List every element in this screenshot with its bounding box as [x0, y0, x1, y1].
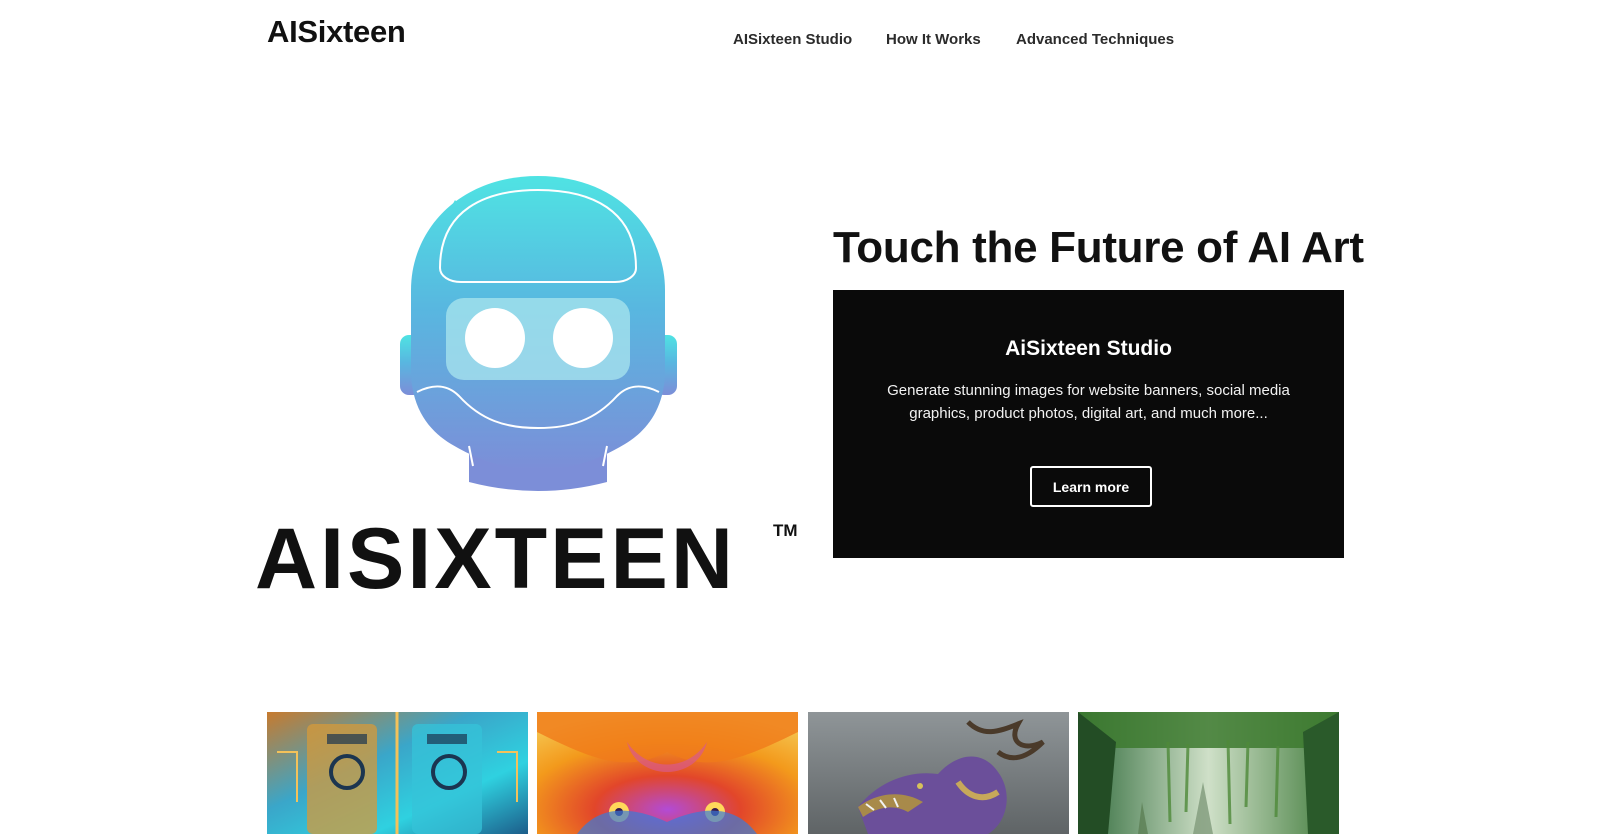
robot-head-icon: AISIXTEEN TM [255, 176, 798, 600]
gallery-item[interactable] [537, 712, 798, 834]
nav-link-how-it-works[interactable]: How It Works [886, 31, 981, 48]
promo-card-title: AiSixteen Studio [1005, 337, 1172, 360]
jungle-ruins-image [1078, 712, 1339, 834]
hero-heading: Touch the Future of AI Art [833, 223, 1364, 272]
logo-wordmark: AISIXTEEN [255, 511, 736, 600]
site-title[interactable]: AISixteen [267, 14, 406, 50]
gallery-item[interactable] [267, 712, 528, 834]
dragon-image [808, 712, 1069, 834]
image-gallery [267, 712, 1340, 834]
psychedelic-creature-image [537, 712, 798, 834]
studio-promo-card: AiSixteen Studio Generate stunning image… [833, 290, 1344, 558]
promo-card-description: Generate stunning images for website ban… [887, 382, 1290, 422]
aisixteen-logo: AISIXTEEN TM [255, 170, 805, 600]
nav-link-advanced-techniques[interactable]: Advanced Techniques [1016, 31, 1174, 48]
circuit-art-image [267, 712, 528, 834]
gallery-item[interactable] [808, 712, 1069, 834]
logo-trademark: TM [773, 521, 798, 540]
nav-link-aisixteen-studio[interactable]: AISixteen Studio [733, 31, 852, 48]
gallery-item[interactable] [1078, 712, 1339, 834]
learn-more-button[interactable]: Learn more [1030, 466, 1152, 507]
